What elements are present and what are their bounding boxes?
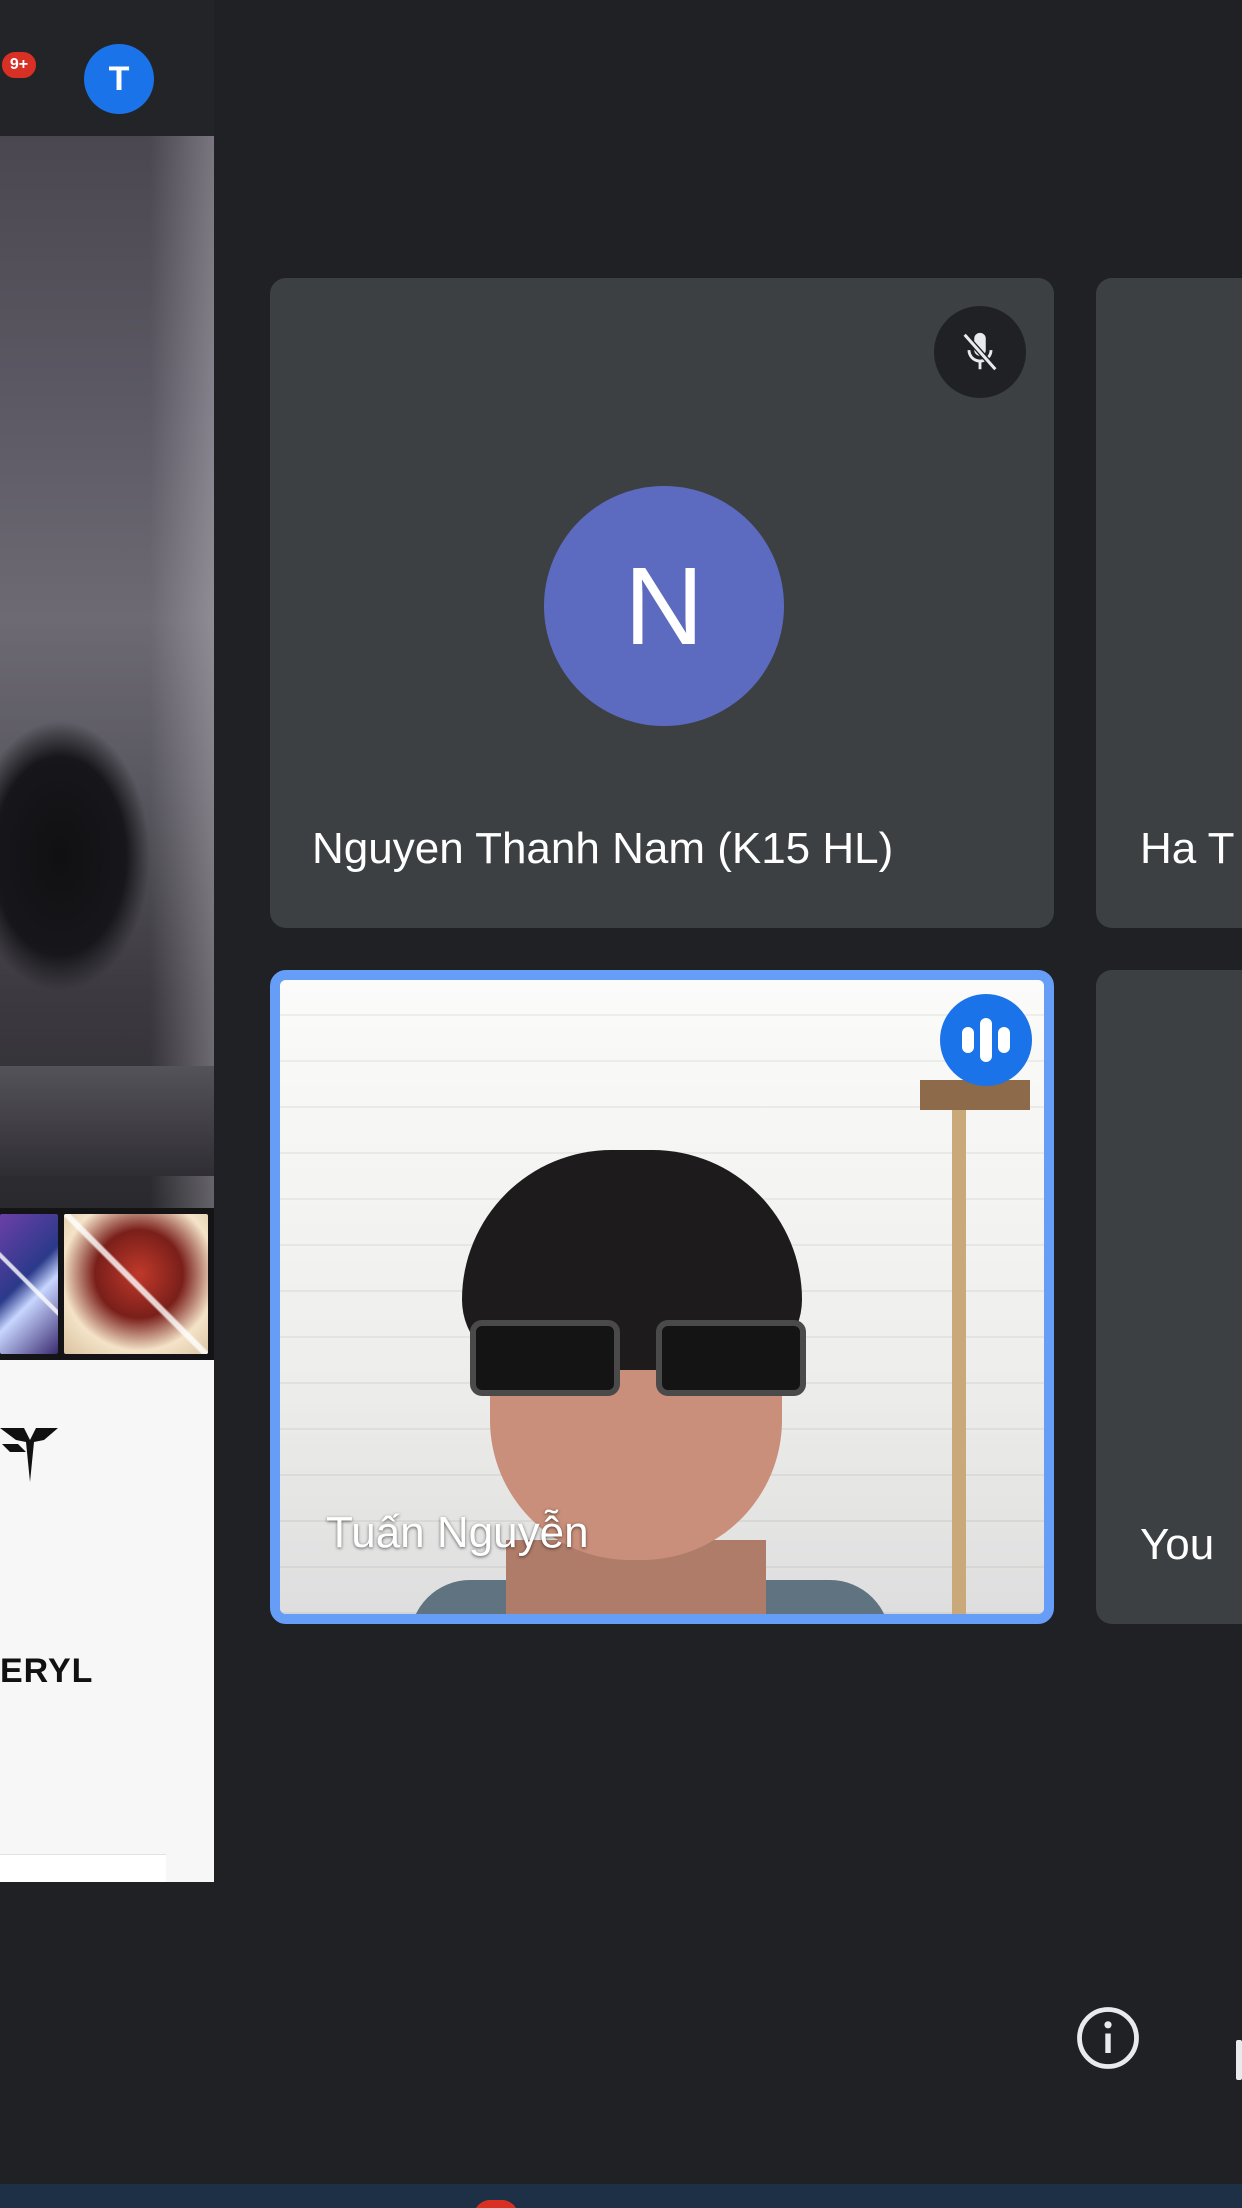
participant-name: Ha T	[1140, 824, 1235, 873]
thumbnail-image	[0, 1214, 58, 1354]
lamp-pole	[952, 1110, 966, 1614]
video-shadow-area	[0, 1066, 214, 1176]
participant-name: You	[1140, 1520, 1215, 1569]
participant-name: Tuấn Nguyễn	[326, 1508, 589, 1557]
people-icon[interactable]	[1236, 2040, 1242, 2080]
account-avatar[interactable]: T	[84, 44, 154, 114]
participant-tile-active-speaker[interactable]: Tuấn Nguyễn	[270, 970, 1054, 1624]
mic-off-icon	[962, 332, 998, 372]
brand-logo-icon	[0, 1428, 58, 1482]
page-input-field	[0, 1854, 166, 1882]
meeting-details-button[interactable]	[1070, 2000, 1146, 2076]
participant-name: Nguyen Thanh Nam (K15 HL)	[312, 824, 894, 873]
os-taskbar	[0, 2184, 1242, 2208]
thumbnail-image	[64, 1214, 208, 1354]
participant-tile[interactable]: Ha T	[1096, 278, 1242, 928]
person-glasses	[470, 1320, 806, 1400]
participant-avatar: N	[544, 486, 784, 726]
page-brand-text: ERYL	[0, 1652, 94, 1690]
notification-badge[interactable]: 9+	[0, 50, 38, 80]
info-icon	[1077, 2007, 1139, 2069]
top-toolbar: 9+ T	[0, 0, 214, 136]
speaking-indicator[interactable]	[940, 994, 1032, 1086]
self-tile[interactable]: You	[1096, 970, 1242, 1624]
thumbnail-strip	[0, 1208, 214, 1360]
shared-screen-presentation[interactable]: ERYL	[0, 136, 214, 1882]
participant-tile[interactable]: N Nguyen Thanh Nam (K15 HL)	[270, 278, 1054, 928]
meeting-window: 9+ T ERYL N Nguyen Thanh Nam (K15 HL) Ha…	[0, 0, 1242, 2208]
video-highlight	[150, 136, 214, 1208]
shared-webpage: ERYL	[0, 1360, 214, 1882]
shared-screen-video	[0, 136, 214, 1208]
mic-muted-indicator[interactable]	[934, 306, 1026, 398]
